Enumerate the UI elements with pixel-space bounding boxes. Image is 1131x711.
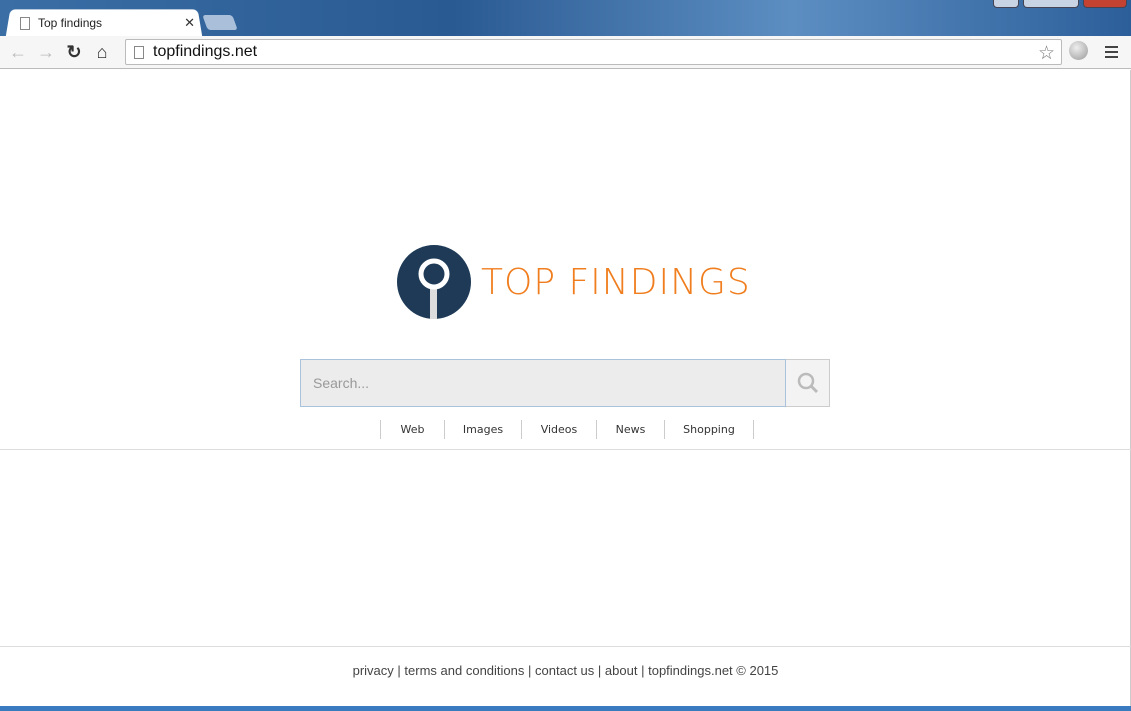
divider (0, 646, 1131, 647)
reload-icon[interactable]: ↻ (60, 42, 88, 63)
close-window-button[interactable] (1083, 0, 1127, 8)
magnifier-logo-icon (397, 245, 471, 319)
user-button[interactable] (993, 0, 1019, 8)
separator: | (641, 663, 645, 678)
new-tab-button[interactable] (202, 15, 238, 30)
footer-link-about[interactable]: about (605, 663, 638, 678)
separator: | (528, 663, 532, 678)
copyright: topfindings.net © 2015 (648, 663, 779, 678)
separator: | (597, 663, 602, 678)
category-videos[interactable]: Videos (522, 420, 597, 439)
forward-icon[interactable]: → (32, 42, 60, 63)
logo: TOP FINDINGS (397, 245, 751, 319)
page-icon (134, 45, 144, 59)
home-icon[interactable]: ⌂ (88, 42, 116, 63)
divider (0, 449, 1131, 450)
footer-link-contact[interactable]: contact us (535, 663, 594, 678)
back-icon[interactable]: ← (4, 42, 32, 63)
taskbar-edge (0, 706, 1131, 711)
category-shopping[interactable]: Shopping (665, 420, 754, 439)
search-icon (797, 372, 818, 394)
category-images[interactable]: Images (445, 420, 522, 439)
search-categories: Web Images Videos News Shopping (380, 420, 754, 439)
search-input[interactable] (300, 359, 786, 407)
footer: privacy | terms and conditions | contact… (0, 663, 1131, 678)
page-content: TOP FINDINGS Web Images Videos News Shop… (0, 70, 1131, 706)
category-news[interactable]: News (597, 420, 665, 439)
search-form (300, 359, 830, 407)
page-icon (20, 16, 30, 30)
logo-text: TOP FINDINGS (481, 261, 751, 303)
url-text: topfindings.net (153, 43, 258, 60)
menu-icon[interactable] (1105, 46, 1118, 61)
tab-close-icon[interactable]: ✕ (184, 15, 195, 31)
address-bar[interactable]: topfindings.net ☆ (125, 39, 1062, 65)
browser-toolbar: ← → ↻ ⌂ topfindings.net ☆ (0, 36, 1131, 69)
tab-title: Top findings (38, 16, 103, 30)
window-titlebar: Top findings ✕ (0, 0, 1131, 38)
bookmark-star-icon[interactable]: ☆ (1038, 42, 1055, 65)
category-web[interactable]: Web (381, 420, 445, 439)
footer-link-terms[interactable]: terms and conditions (404, 663, 524, 678)
footer-link-privacy[interactable]: privacy (353, 663, 394, 678)
globe-icon[interactable] (1069, 41, 1088, 60)
search-button[interactable] (786, 359, 830, 407)
tab-content[interactable]: Top findings ✕ (20, 10, 195, 36)
minimize-maximize-buttons[interactable] (1023, 0, 1079, 8)
separator: | (397, 663, 401, 678)
